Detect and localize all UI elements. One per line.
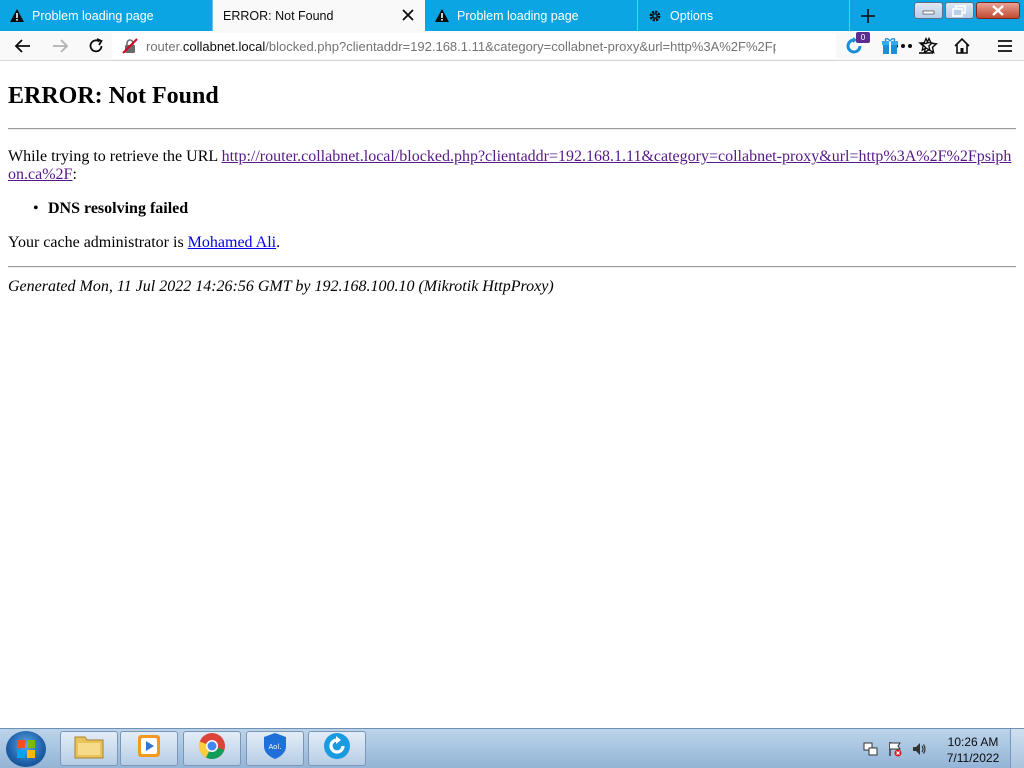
retrieve-url-paragraph: While trying to retrieve the URL http://… [8,148,1016,184]
tab-label: Options [670,8,714,23]
minimize-button[interactable] [914,2,943,19]
taskbar-refresh-app[interactable] [308,731,366,766]
url-text[interactable]: router.collabnet.local/blocked.php?clien… [146,39,776,54]
address-bar[interactable]: router.collabnet.local/blocked.php?clien… [112,33,939,59]
restore-button[interactable] [945,2,974,19]
admin-suffix: . [276,234,281,251]
close-icon[interactable] [401,8,415,22]
taskbar-aol-shield[interactable]: Aol. [246,731,304,766]
clock[interactable]: 10:26 AM 7/11/2022 [940,734,1006,766]
aol-shield-icon: Aol. [262,732,288,765]
admin-prefix: Your cache administrator is [8,234,188,251]
home-icon[interactable] [951,35,973,57]
warning-icon [435,9,449,23]
admin-link[interactable]: Mohamed Ali [188,234,276,251]
tab-strip: Problem loading page ERROR: Not Found Pr… [0,0,1024,31]
tab-label: Problem loading page [32,8,154,23]
forward-button[interactable] [48,35,72,57]
clock-time: 10:26 AM [947,735,999,749]
taskbar-chrome[interactable] [183,731,241,766]
error-reason: DNS resolving failed [48,200,189,217]
refresh-app-icon [323,732,351,765]
url-prefix: router. [146,39,183,54]
taskbar-media-player[interactable] [120,731,178,766]
taskbar-explorer[interactable] [60,731,118,766]
chrome-icon [198,732,226,765]
tab-problem-loading-1[interactable]: Problem loading page [0,0,213,31]
taskbar: Aol. 10:26 AM 7/11/2022 [0,728,1024,768]
tab-label: Problem loading page [457,8,579,23]
retrieve-suffix: : [72,166,77,183]
bullet-icon: • [33,200,39,217]
navigation-toolbar: router.collabnet.local/blocked.php?clien… [0,31,1024,61]
divider [8,266,1016,268]
start-button[interactable] [6,731,46,767]
url-host: collabnet.local [182,39,266,54]
admin-paragraph: Your cache administrator is Mohamed Ali. [8,234,280,252]
page-heading: ERROR: Not Found [8,83,219,109]
gift-icon[interactable] [879,35,901,57]
window-controls [914,2,1020,19]
action-center-flag-icon[interactable] [886,740,904,758]
show-desktop-button[interactable] [1010,729,1024,768]
system-tray [862,733,928,758]
volume-icon[interactable] [910,740,928,758]
gear-icon [648,9,662,23]
tab-error-not-found[interactable]: ERROR: Not Found [213,0,425,31]
menu-icon[interactable] [994,35,1016,57]
media-player-icon [136,733,162,764]
generated-footer: Generated Mon, 11 Jul 2022 14:26:56 GMT … [8,278,554,295]
tab-problem-loading-2[interactable]: Problem loading page [425,0,638,31]
bookmarks-library-icon[interactable] [915,35,937,57]
svg-text:Aol.: Aol. [268,743,281,751]
divider [8,128,1016,130]
insecure-connection-icon[interactable] [122,38,138,54]
tab-options[interactable]: Options [638,0,850,31]
close-window-button[interactable] [976,2,1020,19]
warning-icon [10,9,24,23]
clock-date: 7/11/2022 [946,751,1000,765]
reload-button[interactable] [84,35,108,57]
tab-label: ERROR: Not Found [223,8,334,23]
url-path: /blocked.php?clientaddr=192.168.1.11&cat… [265,39,776,54]
retrieve-prefix: While trying to retrieve the URL [8,148,222,165]
folder-icon [74,733,104,764]
extension-badge: 0 [856,32,870,43]
network-icon[interactable] [862,740,880,758]
back-button[interactable] [11,35,35,57]
new-tab-icon[interactable] [858,6,878,26]
